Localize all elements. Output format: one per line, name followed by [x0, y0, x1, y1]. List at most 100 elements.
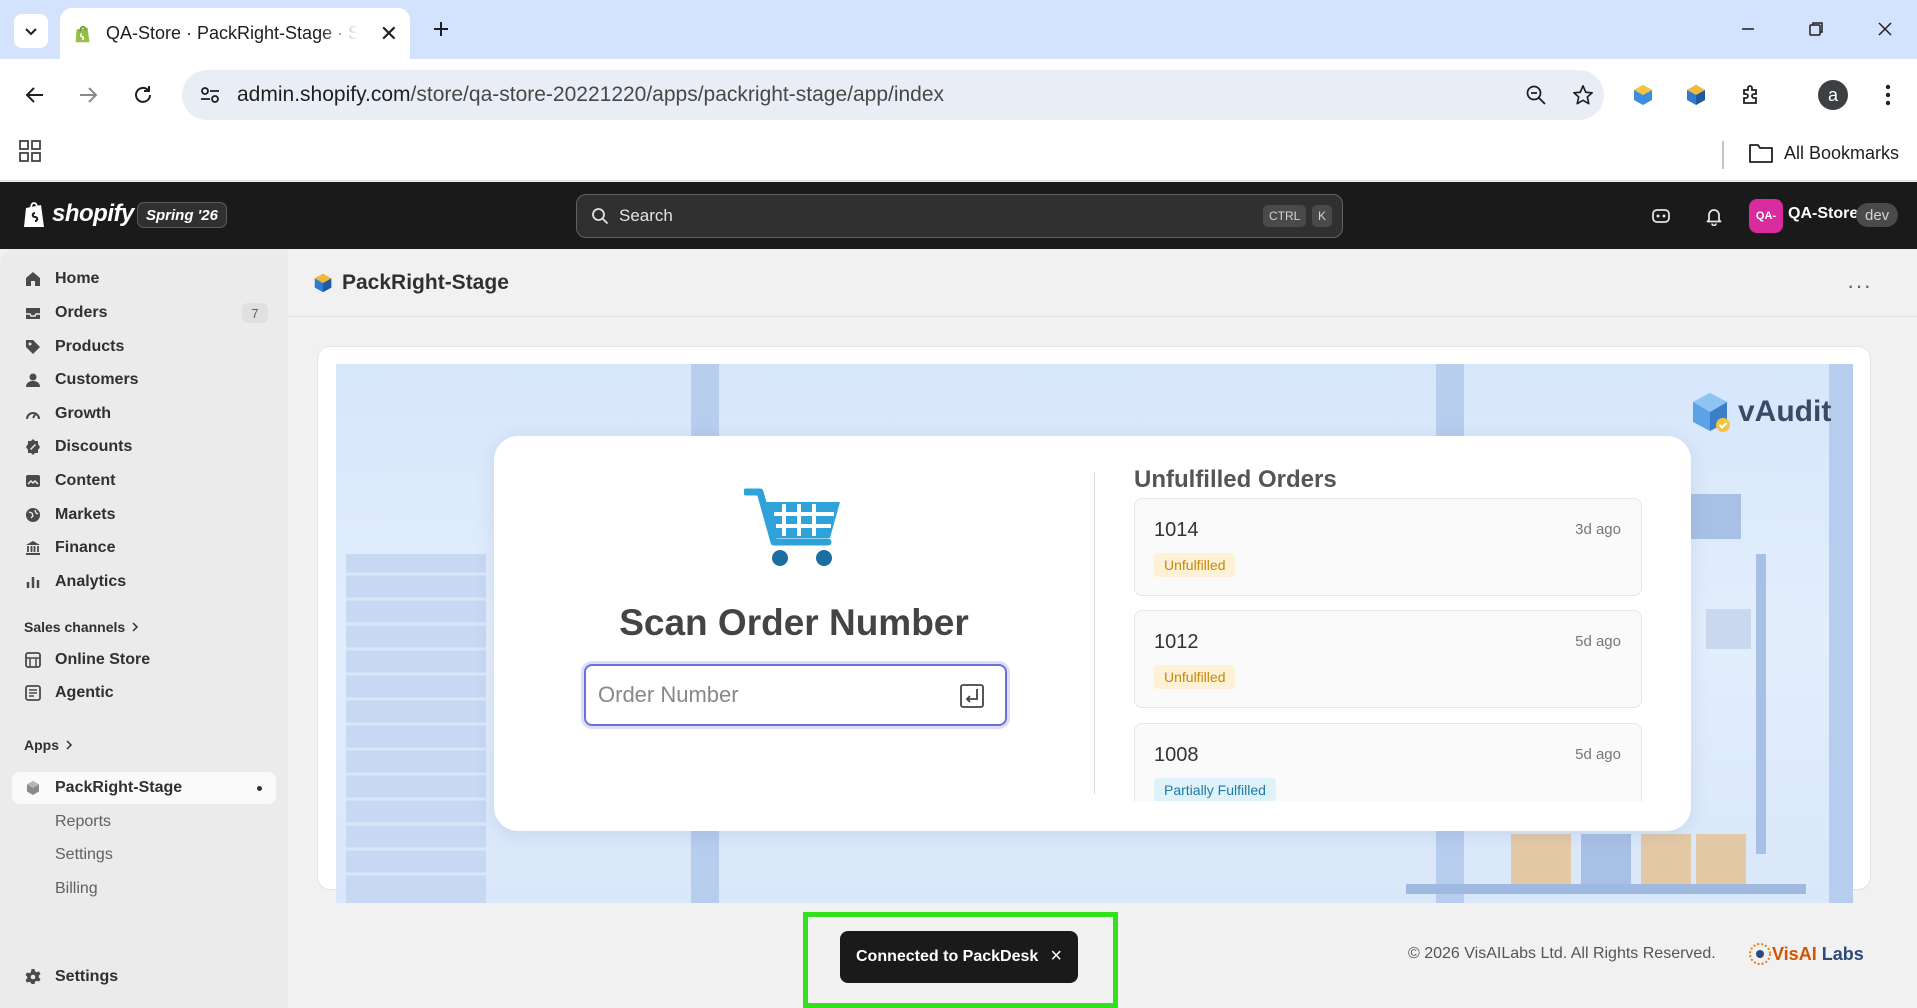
- bell-icon: [1706, 209, 1722, 226]
- sidebar-item-settings[interactable]: Settings: [12, 961, 276, 993]
- search-icon: [592, 208, 609, 225]
- app-frame-card: vAudit Scan Order Number Order Number Un…: [318, 347, 1870, 903]
- sidebar-item-label: Customers: [55, 371, 139, 388]
- order-number-input[interactable]: [598, 682, 938, 708]
- sidebar-item-growth[interactable]: Growth: [12, 398, 276, 430]
- kebab-menu-icon: [1885, 84, 1891, 106]
- main-content: PackRight-Stage ··· vAudit Scan Order Nu…: [288, 249, 1917, 1008]
- inbox-icon: [24, 304, 42, 322]
- order-card[interactable]: 1008 5d ago Partially Fulfilled: [1134, 723, 1642, 801]
- sidebar-item-discounts[interactable]: Discounts: [12, 431, 276, 463]
- footer-copyright: © 2026 VisAILabs Ltd. All Rights Reserve…: [1408, 945, 1716, 962]
- search-placeholder: Search: [619, 206, 673, 225]
- notifications-button[interactable]: [1700, 202, 1728, 230]
- order-card[interactable]: 1014 3d ago Unfulfilled: [1134, 498, 1642, 596]
- sidebar-subitem-billing[interactable]: Billing: [55, 880, 98, 898]
- reload-icon: [135, 86, 151, 103]
- profile-avatar[interactable]: a: [1818, 80, 1848, 110]
- sidekick-button[interactable]: [1647, 202, 1675, 230]
- sidebar-subitem-settings[interactable]: Settings: [55, 846, 113, 864]
- sidebar-item-home[interactable]: Home: [12, 263, 276, 295]
- person-icon: [24, 371, 42, 389]
- sidebar-item-orders[interactable]: Orders 7: [12, 297, 276, 329]
- sales-channels-label: Sales channels: [24, 619, 126, 635]
- order-number-field[interactable]: [584, 664, 1007, 726]
- bookmark-star-button[interactable]: [1565, 77, 1601, 113]
- sidebar-item-finance[interactable]: Finance: [12, 532, 276, 564]
- sidebar-item-label: Orders: [55, 304, 108, 321]
- admin-sidebar: Home Orders 7 Products Customers Growth …: [0, 249, 288, 1008]
- sidebar-subitem-reports[interactable]: Reports: [55, 813, 111, 831]
- back-button[interactable]: [17, 77, 53, 113]
- url-domain: admin.shopify.com: [237, 83, 411, 106]
- browser-tab[interactable]: QA-Store · PackRight-Stage · Shopify ✕: [60, 8, 410, 59]
- shortcut-k: K: [1312, 205, 1333, 227]
- unfulfilled-orders-section: Unfulfilled Orders 1014 3d ago Unfulfill…: [1134, 466, 1654, 801]
- browser-tab-strip: QA-Store · PackRight-Stage · Shopify ✕: [0, 0, 1917, 59]
- zoom-out-icon: [1526, 85, 1546, 105]
- close-icon: [1878, 22, 1892, 36]
- url-text[interactable]: admin.shopify.com/store/qa-store-2022122…: [237, 83, 944, 107]
- status-badge: Unfulfilled: [1154, 665, 1236, 689]
- forward-button[interactable]: [70, 77, 106, 113]
- new-tab-button[interactable]: [424, 12, 458, 46]
- star-icon: [1573, 85, 1593, 105]
- sidebar-item-agentic[interactable]: Agentic: [12, 677, 276, 709]
- url-path: /store/qa-store-20221220/apps/packright-…: [410, 83, 945, 106]
- extensions-button[interactable]: [1733, 77, 1769, 113]
- apps-grid-icon[interactable]: [18, 139, 42, 163]
- store-avatar[interactable]: QA-: [1749, 199, 1783, 233]
- arrow-right-icon: [80, 87, 98, 103]
- visai-eye-icon: [1749, 943, 1771, 965]
- sidebar-item-customers[interactable]: Customers: [12, 364, 276, 396]
- toast-close-icon[interactable]: ×: [1050, 945, 1062, 968]
- admin-search-bar[interactable]: Search CTRL K: [576, 194, 1343, 238]
- app-cube-icon: [314, 273, 332, 293]
- restore-icon: [1809, 22, 1823, 36]
- tab-close-icon[interactable]: ✕: [380, 22, 398, 45]
- app-cube-icon: [24, 779, 42, 797]
- labs-text: Labs: [1821, 943, 1864, 964]
- tab-search-button[interactable]: [14, 14, 48, 48]
- sidebar-item-content[interactable]: Content: [12, 465, 276, 497]
- site-settings-icon[interactable]: [198, 83, 222, 107]
- window-close-button[interactable]: [1862, 12, 1908, 46]
- sidebar-item-analytics[interactable]: Analytics: [12, 566, 276, 598]
- restore-button[interactable]: [1793, 12, 1839, 46]
- sidebar-item-label: Growth: [55, 405, 111, 422]
- address-bar[interactable]: admin.shopify.com/store/qa-store-2022122…: [182, 70, 1604, 120]
- store-name[interactable]: QA-Store: [1788, 205, 1858, 223]
- scan-panel: Scan Order Number Unfulfilled Orders 101…: [494, 436, 1691, 831]
- sidebar-item-products[interactable]: Products: [12, 331, 276, 363]
- all-bookmarks-button[interactable]: All Bookmarks: [1748, 142, 1899, 164]
- extension-vaudit-button[interactable]: [1625, 77, 1661, 113]
- sidebar-item-markets[interactable]: Markets: [12, 499, 276, 531]
- visai-labs-logo[interactable]: VisAI Labs: [1748, 942, 1864, 966]
- order-card[interactable]: 1012 5d ago Unfulfilled: [1134, 610, 1642, 708]
- browser-menu-button[interactable]: [1870, 77, 1906, 113]
- reload-button[interactable]: [125, 77, 161, 113]
- arrow-left-icon: [25, 87, 43, 103]
- apps-heading[interactable]: Apps: [24, 737, 73, 753]
- sidebar-item-label: Settings: [55, 968, 119, 985]
- more-actions-button[interactable]: ···: [1847, 273, 1872, 299]
- edition-badge[interactable]: Spring '26: [137, 202, 227, 228]
- sales-channels-heading[interactable]: Sales channels: [24, 619, 139, 635]
- minimize-button[interactable]: [1725, 12, 1771, 46]
- extension-packright-button[interactable]: [1678, 77, 1714, 113]
- puzzle-icon: [1743, 85, 1757, 104]
- zoom-button[interactable]: [1518, 77, 1554, 113]
- order-number: 1014: [1154, 519, 1199, 541]
- shopify-logo[interactable]: shopify: [22, 200, 134, 228]
- sidebar-item-packright-stage[interactable]: PackRight-Stage: [12, 772, 276, 804]
- sidekick-icon: [1652, 209, 1670, 223]
- shopping-cart-icon: [744, 488, 840, 566]
- status-badge: Partially Fulfilled: [1154, 778, 1276, 801]
- shopify-wordmark: shopify: [52, 200, 134, 227]
- sidebar-item-label: PackRight-Stage: [55, 779, 183, 796]
- active-indicator-dot: [257, 786, 262, 791]
- all-bookmarks-label: All Bookmarks: [1784, 142, 1900, 163]
- sidebar-item-online-store[interactable]: Online Store: [12, 644, 276, 676]
- plus-icon: [434, 22, 448, 36]
- enter-key-icon[interactable]: [959, 683, 985, 709]
